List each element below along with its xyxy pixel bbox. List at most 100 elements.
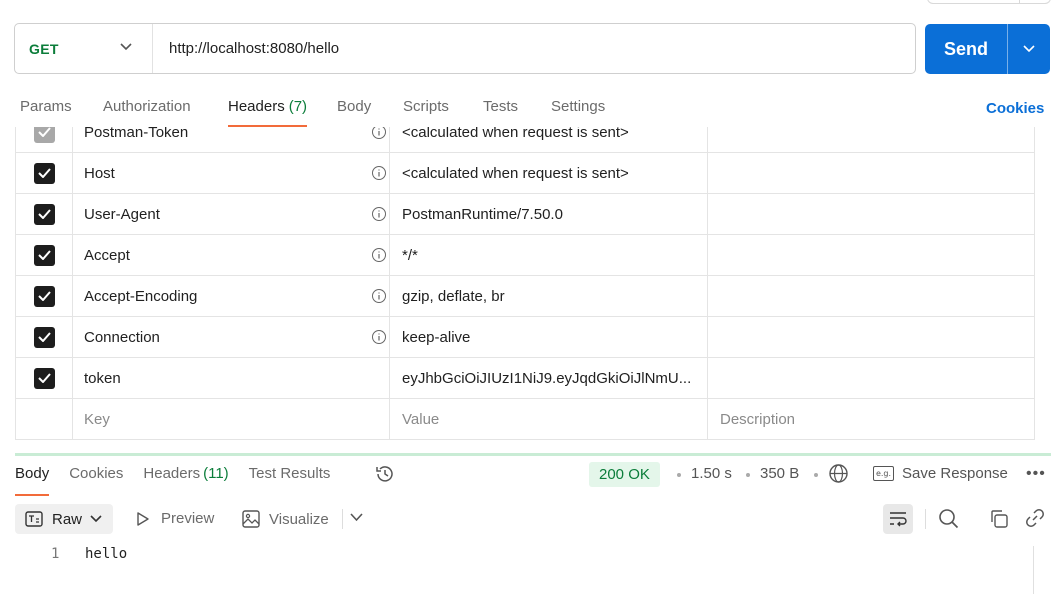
- tab-label: Test Results: [248, 465, 331, 482]
- wrap-icon: [890, 512, 907, 527]
- globe-icon[interactable]: [828, 463, 849, 484]
- header-checkbox[interactable]: [33, 203, 55, 225]
- tab-authorization[interactable]: Authorization: [103, 96, 228, 126]
- separator-dot: [677, 473, 681, 477]
- header-description[interactable]: [708, 317, 1034, 357]
- info-icon[interactable]: [371, 247, 387, 263]
- info-icon[interactable]: [371, 127, 387, 140]
- header-value: <calculated when request is sent>: [402, 164, 629, 182]
- info-icon[interactable]: [371, 165, 387, 181]
- separator-dot: [746, 473, 750, 477]
- check-icon: [37, 250, 51, 260]
- description-placeholder[interactable]: Description: [720, 411, 795, 428]
- tab-response-body[interactable]: Body: [15, 465, 50, 496]
- header-checkbox[interactable]: [33, 162, 55, 184]
- response-body-text[interactable]: hello: [85, 546, 127, 562]
- tab-label: Settings: [551, 98, 606, 115]
- tab-body[interactable]: Body: [337, 96, 403, 126]
- cookies-link[interactable]: Cookies: [986, 100, 1044, 117]
- tab-params[interactable]: Params: [20, 96, 103, 126]
- check-icon: [37, 127, 51, 137]
- request-tabs: Params Authorization Headers (7) Body Scr…: [20, 96, 605, 128]
- tab-label: Headers: [228, 98, 285, 115]
- search-icon[interactable]: [938, 508, 959, 529]
- play-icon: [137, 511, 149, 526]
- tab-tests[interactable]: Tests: [483, 96, 551, 126]
- header-description[interactable]: [708, 153, 1034, 193]
- tab-label: Body: [15, 465, 50, 482]
- tab-scripts[interactable]: Scripts: [403, 96, 483, 126]
- send-options-button[interactable]: [1008, 24, 1050, 74]
- more-options-icon[interactable]: •••: [1026, 465, 1046, 483]
- header-value: keep-alive: [402, 328, 471, 346]
- header-key[interactable]: token: [84, 370, 121, 387]
- header-description[interactable]: [708, 127, 1034, 152]
- header-checkbox[interactable]: [33, 127, 55, 143]
- visualize-button[interactable]: Visualize: [242, 510, 329, 528]
- status-badge[interactable]: 200 OK: [589, 462, 660, 487]
- chevron-down-icon[interactable]: [350, 513, 363, 522]
- method-label: GET: [29, 40, 59, 57]
- preview-label: Preview: [161, 510, 215, 527]
- history-icon[interactable]: [374, 463, 396, 485]
- response-tabs: Body Cookies Headers (11) Test Results: [15, 465, 350, 496]
- header-checkbox[interactable]: [33, 367, 55, 389]
- chevron-down-icon: [90, 515, 102, 523]
- key-placeholder[interactable]: Key: [84, 411, 110, 428]
- tab-test-results[interactable]: Test Results: [249, 465, 331, 495]
- example-icon: e.g.: [873, 466, 894, 481]
- value-placeholder[interactable]: Value: [402, 411, 439, 428]
- method-select[interactable]: GET: [15, 24, 153, 73]
- info-icon[interactable]: [371, 288, 387, 304]
- header-checkbox[interactable]: [33, 244, 55, 266]
- tab-label: Params: [20, 98, 72, 115]
- info-icon[interactable]: [371, 206, 387, 222]
- tab-headers[interactable]: Headers (7): [228, 96, 308, 127]
- header-value: <calculated when request is sent>: [402, 127, 629, 141]
- tab-label: Authorization: [103, 98, 191, 115]
- url-input[interactable]: [153, 24, 915, 73]
- preview-button[interactable]: Preview: [135, 510, 214, 527]
- copy-icon[interactable]: [989, 509, 1009, 529]
- header-checkbox[interactable]: [33, 285, 55, 307]
- tab-settings[interactable]: Settings: [551, 96, 605, 126]
- header-row: User-Agent PostmanRuntime/7.50.0: [15, 194, 1035, 235]
- scrollbar-track[interactable]: [1033, 546, 1034, 594]
- tab-label: Cookies: [69, 465, 124, 482]
- format-label: Raw: [52, 510, 83, 528]
- send-button[interactable]: Send: [925, 24, 1050, 74]
- header-value: PostmanRuntime/7.50.0: [402, 205, 563, 223]
- header-description[interactable]: [708, 276, 1034, 316]
- response-size[interactable]: 350 B: [760, 465, 799, 482]
- wrap-lines-button[interactable]: [883, 504, 913, 534]
- tab-label: Scripts: [403, 98, 449, 115]
- tab-label: Tests: [483, 98, 519, 115]
- check-icon: [37, 168, 51, 178]
- chevron-down-icon: [120, 43, 132, 51]
- header-key: Accept: [84, 246, 130, 264]
- save-response-button[interactable]: Save Response: [902, 465, 1008, 482]
- header-value[interactable]: eyJhbGciOiJIUzI1NiJ9.eyJqdGkiOiJlNmU...: [402, 370, 691, 387]
- toolbar-divider: [342, 509, 343, 529]
- chevron-down-icon: [1023, 45, 1035, 53]
- header-description[interactable]: [708, 194, 1034, 234]
- headers-count: (7): [288, 98, 308, 115]
- format-select[interactable]: Raw: [15, 504, 113, 534]
- link-icon[interactable]: [1025, 508, 1045, 528]
- headers-table: Postman-Token <calculated when request i…: [0, 127, 1051, 445]
- tab-label: Headers: [143, 465, 201, 482]
- header-description[interactable]: [708, 358, 1034, 398]
- response-divider[interactable]: [15, 453, 1051, 456]
- header-row: Host <calculated when request is sent>: [15, 153, 1035, 194]
- tab-response-cookies[interactable]: Cookies: [69, 465, 123, 495]
- tab-response-headers[interactable]: Headers (11): [143, 465, 228, 495]
- header-description[interactable]: [708, 235, 1034, 275]
- header-checkbox[interactable]: [33, 326, 55, 348]
- header-key: Host: [84, 164, 115, 182]
- info-icon[interactable]: [371, 329, 387, 345]
- header-key: User-Agent: [84, 205, 160, 223]
- response-time[interactable]: 1.50 s: [691, 465, 732, 482]
- check-icon: [37, 209, 51, 219]
- tab-label: Body: [337, 98, 372, 115]
- check-icon: [37, 332, 51, 342]
